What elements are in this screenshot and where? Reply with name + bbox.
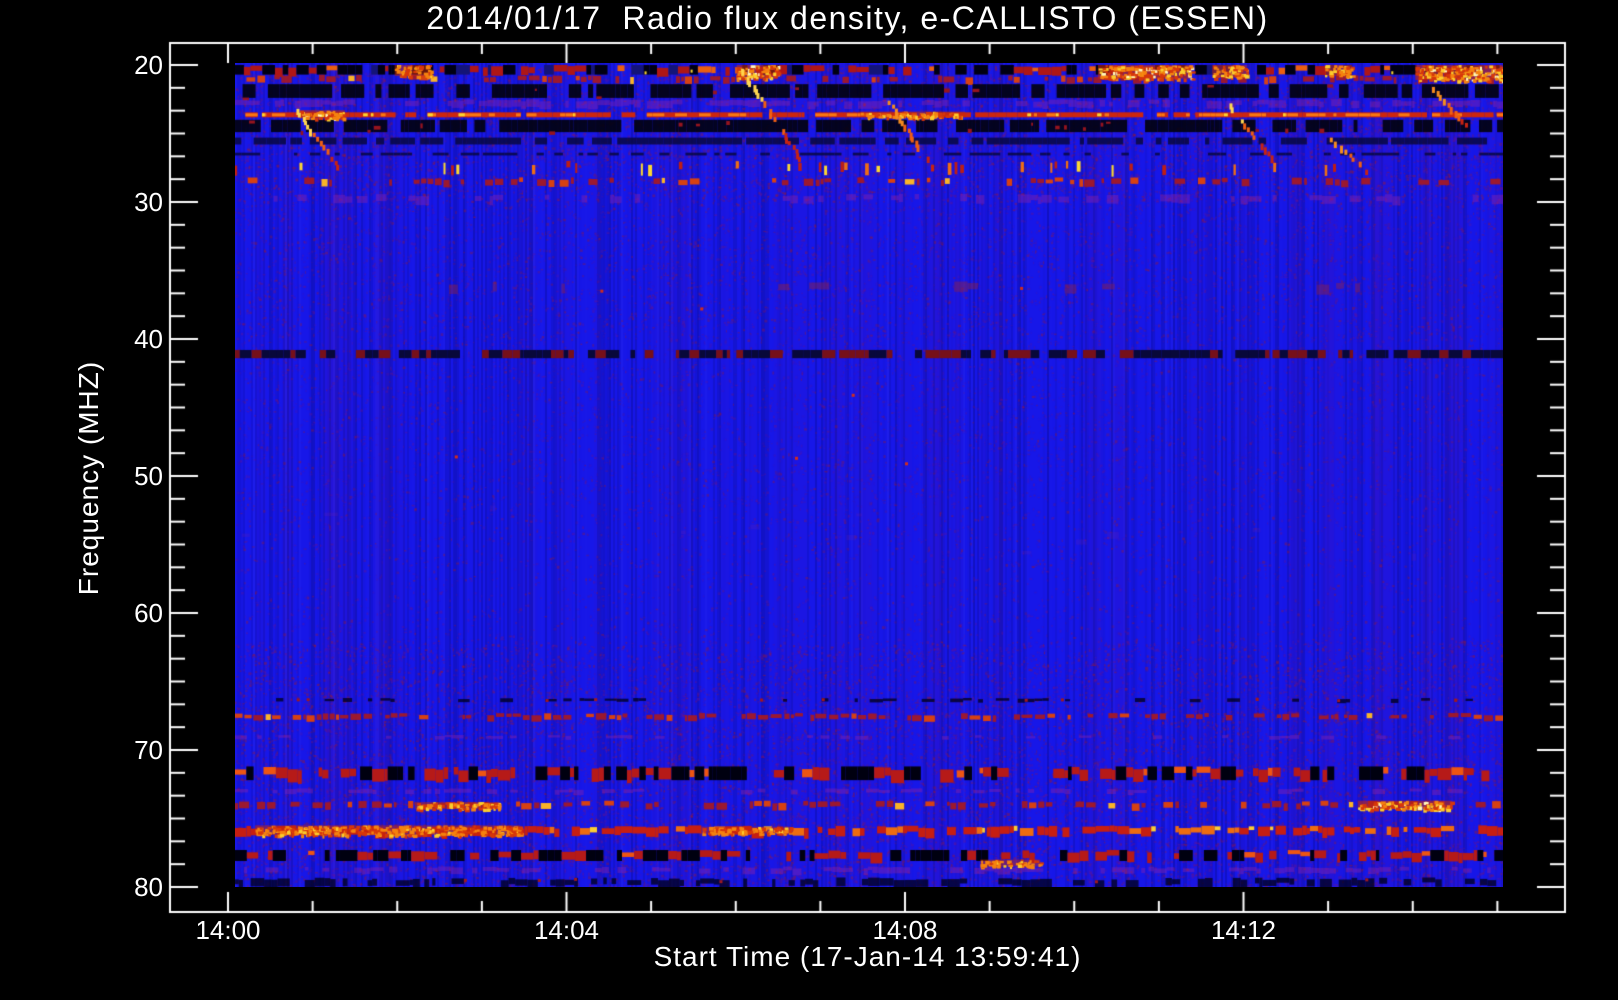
y-tick-label: 50	[134, 461, 163, 491]
y-tick-label: 80	[134, 872, 163, 902]
y-tick-label: 70	[134, 735, 163, 765]
x-tick-label: 14:08	[872, 915, 938, 945]
y-tick-label: 40	[134, 324, 163, 354]
y-tick-label: 30	[134, 187, 163, 217]
x-tick-label: 14:04	[533, 915, 600, 945]
x-tick-label: 14:12	[1210, 915, 1277, 945]
axes-frame-canvas	[0, 0, 1618, 1000]
spectrogram-page: 2014/01/17 Radio flux density, e-CALLIST…	[0, 0, 1618, 1000]
plot-title: 2014/01/17 Radio flux density, e-CALLIST…	[426, 0, 1269, 36]
x-axis-title: Start Time (17-Jan-14 13:59:41)	[653, 941, 1082, 972]
y-tick-label: 20	[134, 50, 163, 80]
x-tick-label: 14:00	[195, 915, 261, 945]
y-tick-label: 60	[134, 598, 163, 628]
